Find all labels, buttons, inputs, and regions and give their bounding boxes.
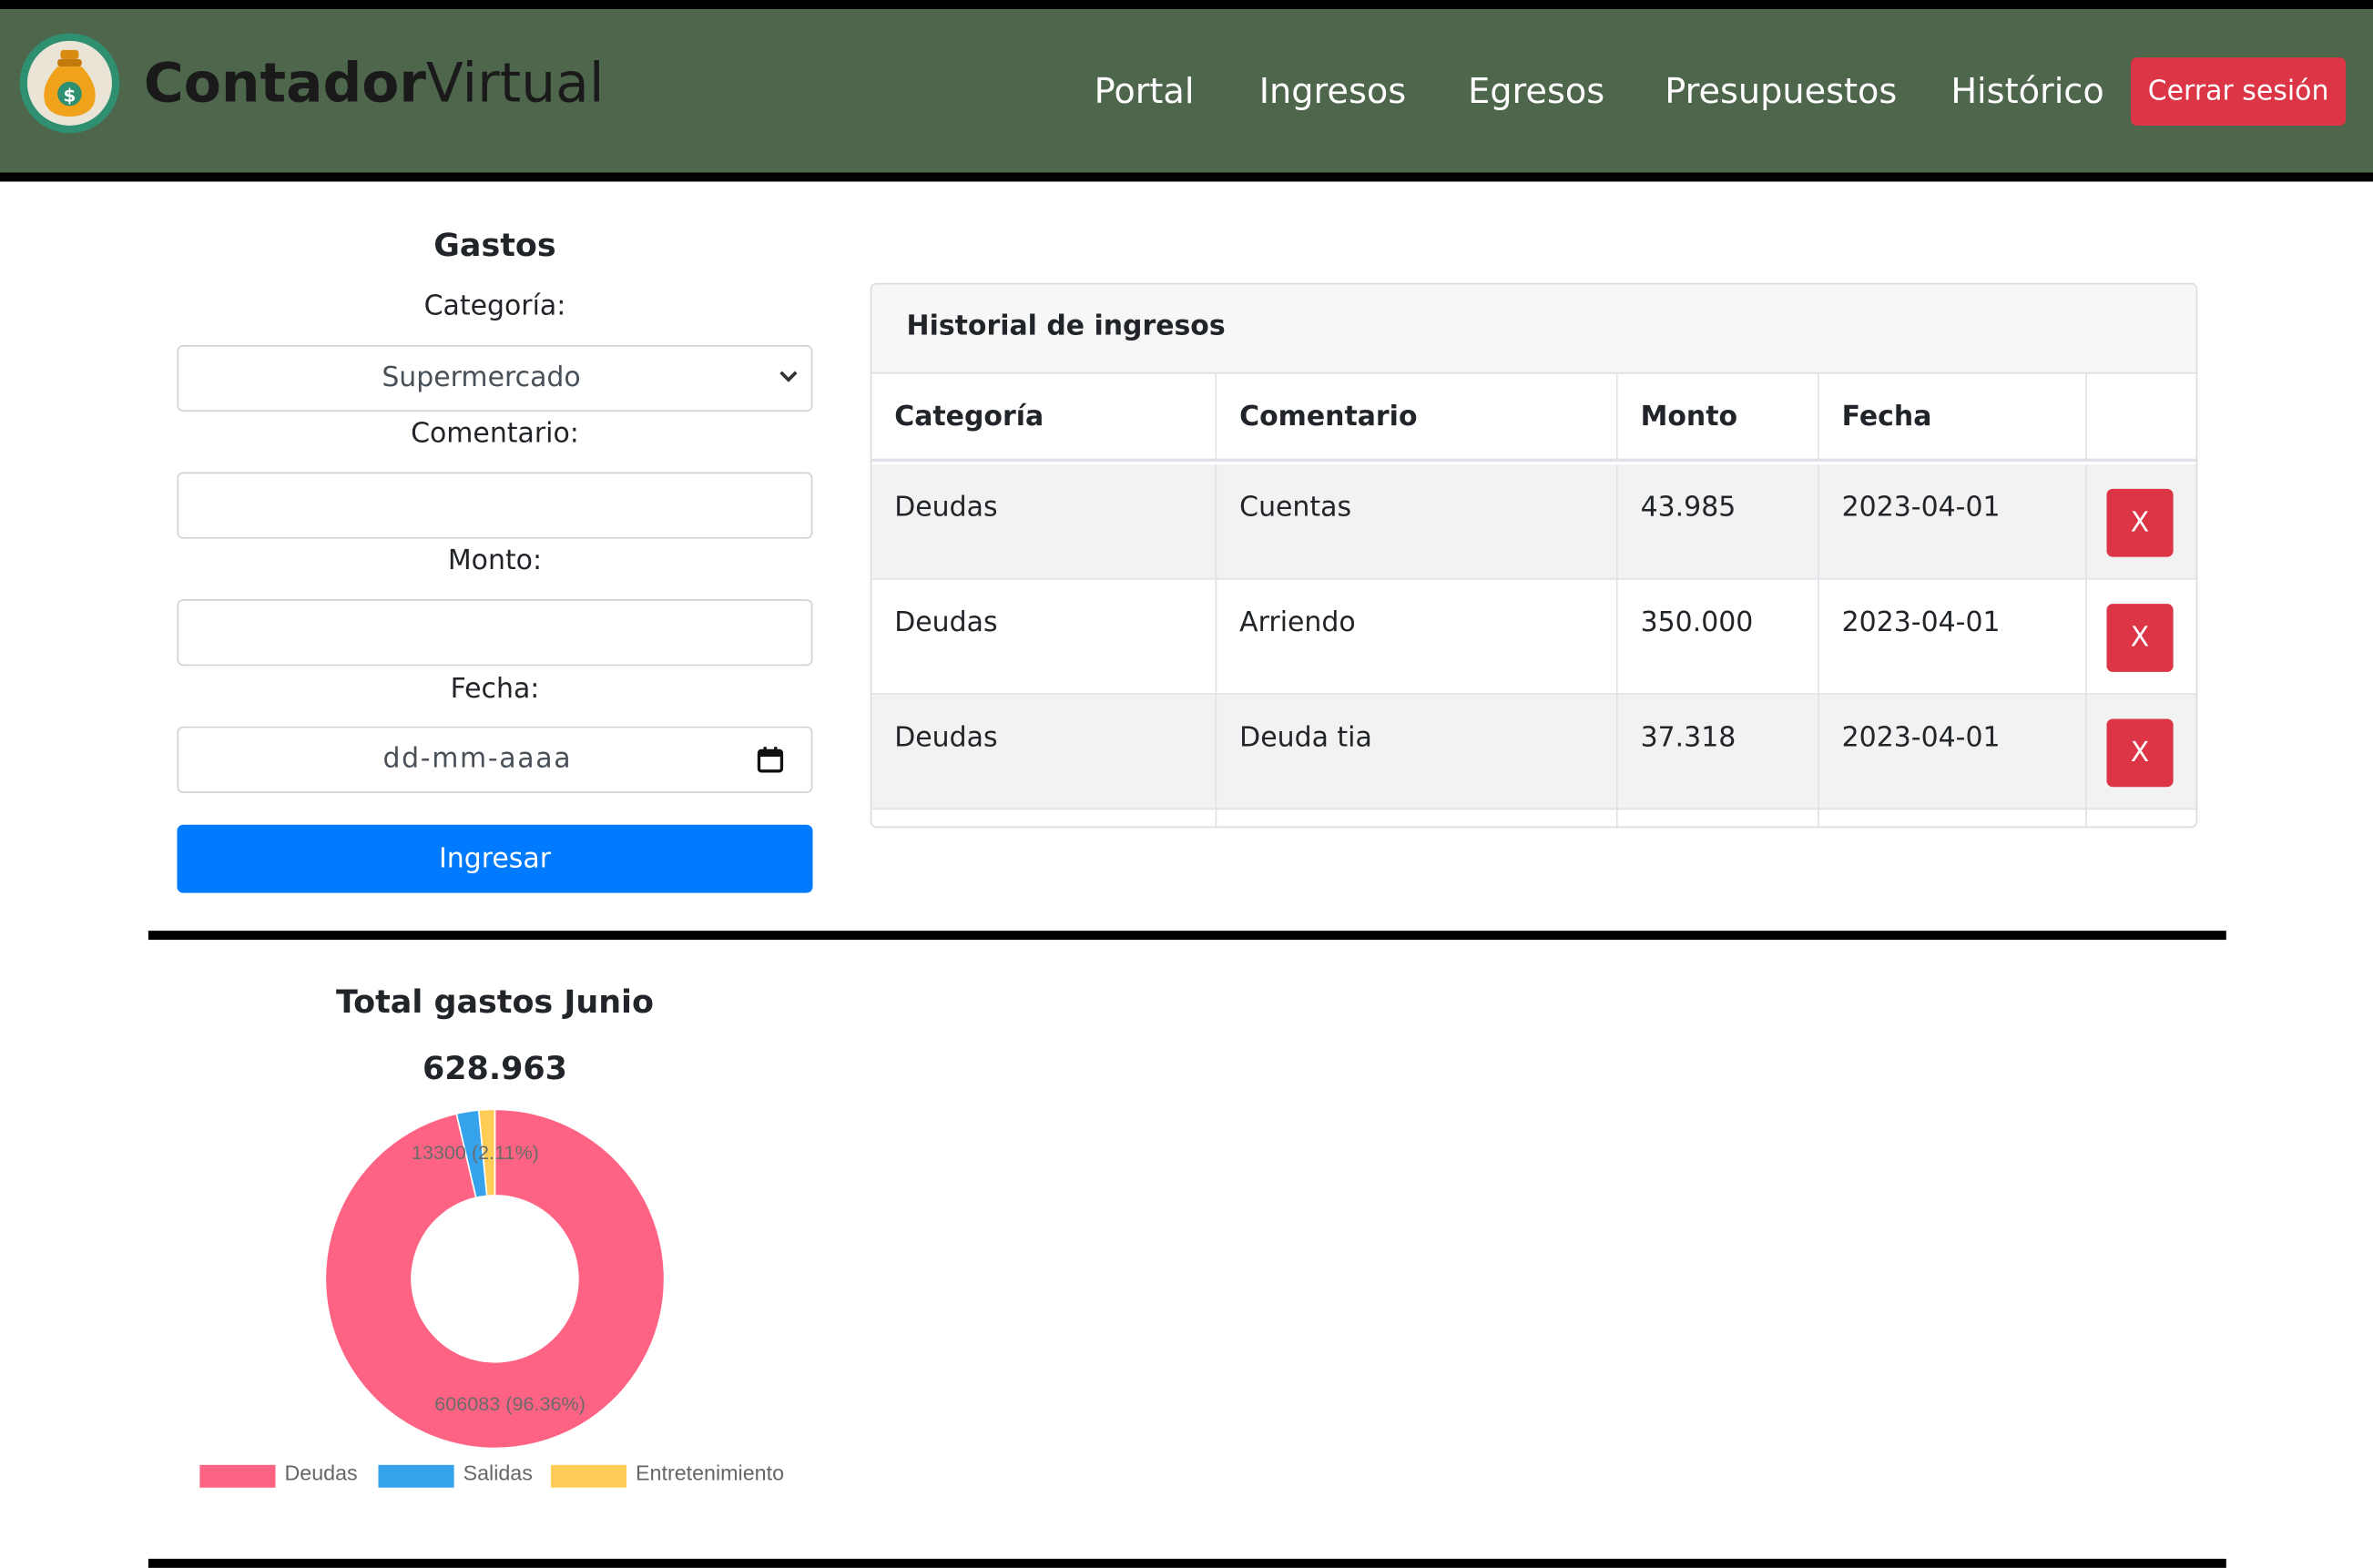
history-card: Historial de ingresos Categoría Comentar…	[870, 282, 2198, 829]
chart-legend: Deudas Salidas Entretenimiento	[0, 1459, 999, 1492]
cell-date: 2023-04-01	[1819, 579, 2087, 695]
donut-data-label: 13300 (2.11%)	[412, 1141, 539, 1164]
form-title: Gastos	[433, 227, 556, 264]
nav-egresos[interactable]: Egresos	[1468, 69, 1604, 115]
cell-amount: 350.000	[1618, 579, 1819, 695]
navbar-border	[0, 172, 2373, 182]
legend-swatch-deudas[interactable]	[199, 1464, 276, 1488]
calendar-icon[interactable]	[757, 746, 784, 773]
svg-text:$: $	[64, 84, 76, 106]
column-header-action	[2086, 373, 2196, 462]
cell-category: Deudas	[871, 694, 1217, 810]
date-label: Fecha:	[450, 673, 540, 706]
cell-comment: Deuda tia	[1217, 694, 1618, 810]
table-row: Deudas Arriendo 350.000 2023-04-01 X	[871, 579, 2196, 695]
history-card-header: Historial de ingresos	[871, 284, 2196, 374]
column-header-amount: Monto	[1617, 373, 1819, 462]
cell-amount: 43.985	[1618, 464, 1819, 580]
donut-data-label: 606083 (96.36%)	[434, 1392, 586, 1415]
brand-light: Virtual	[425, 53, 605, 116]
cell-category: Deudas	[871, 464, 1217, 580]
cell-empty	[871, 809, 1217, 827]
brand-bold: Contador	[143, 53, 426, 116]
history-title: Historial de ingresos	[906, 310, 1226, 342]
legend-swatch-salidas[interactable]	[378, 1464, 454, 1488]
table-row: Deudas Cuentas 43.985 2023-04-01 X	[871, 464, 2196, 580]
date-placeholder: dd-mm-aaaa	[382, 743, 573, 775]
nav-presupuestos[interactable]: Presupuestos	[1665, 69, 1897, 115]
delete-button[interactable]: X	[2106, 488, 2174, 557]
cell-comment: Cuentas	[1217, 464, 1618, 580]
amount-input[interactable]	[177, 599, 813, 667]
category-label: Categoría:	[423, 290, 566, 323]
category-select-value: Supermercado	[382, 361, 581, 394]
total-value: 628.963	[422, 1050, 567, 1087]
expenses-donut-chart: 606083 (96.36%) 13300 (2.11%)	[324, 1108, 666, 1450]
legend-swatch-entretenimiento[interactable]	[550, 1464, 627, 1488]
cell-date: 2023-04-01	[1819, 694, 2087, 810]
date-input[interactable]: dd-mm-aaaa	[177, 726, 813, 793]
table-row-partial	[871, 809, 2195, 827]
cell-category: Deudas	[871, 579, 1217, 695]
delete-button[interactable]: X	[2106, 604, 2174, 672]
column-header-date: Fecha	[1818, 373, 2087, 462]
money-bag-icon[interactable]: $	[19, 33, 120, 134]
column-header-category: Categoría	[871, 373, 1217, 462]
column-header-comment: Comentario	[1217, 373, 1618, 462]
comment-input[interactable]	[177, 472, 813, 539]
cell-amount: 37.318	[1618, 694, 1819, 810]
cell-empty	[1618, 809, 1819, 827]
cell-comment: Arriendo	[1217, 579, 1618, 695]
chevron-down-icon	[779, 371, 798, 382]
cell-date: 2023-04-01	[1819, 464, 2087, 580]
submit-button[interactable]: Ingresar	[177, 824, 813, 893]
total-title: Total gastos Junio	[335, 983, 654, 1021]
section-divider-bottom	[148, 1558, 2226, 1568]
table-row: Deudas Deuda tia 37.318 2023-04-01 X	[871, 694, 2196, 810]
legend-label-salidas[interactable]: Salidas	[463, 1461, 533, 1485]
nav-historico[interactable]: Histórico	[1950, 69, 2103, 115]
brand-title[interactable]: ContadorVirtual	[144, 52, 605, 118]
cell-empty	[1217, 809, 1618, 827]
delete-button[interactable]: X	[2106, 718, 2174, 788]
comment-label: Comentario:	[411, 417, 579, 450]
nav-portal[interactable]: Portal	[1095, 69, 1195, 115]
top-border	[0, 0, 2373, 9]
nav-ingresos[interactable]: Ingresos	[1259, 69, 1406, 115]
legend-label-entretenimiento[interactable]: Entretenimiento	[636, 1461, 784, 1485]
cell-empty	[1819, 809, 2087, 827]
logout-button[interactable]: Cerrar sesión	[2131, 57, 2347, 126]
legend-label-deudas[interactable]: Deudas	[284, 1461, 357, 1485]
section-divider	[148, 931, 2226, 941]
amount-label: Monto:	[447, 545, 543, 577]
category-select[interactable]: Supermercado	[177, 344, 813, 412]
